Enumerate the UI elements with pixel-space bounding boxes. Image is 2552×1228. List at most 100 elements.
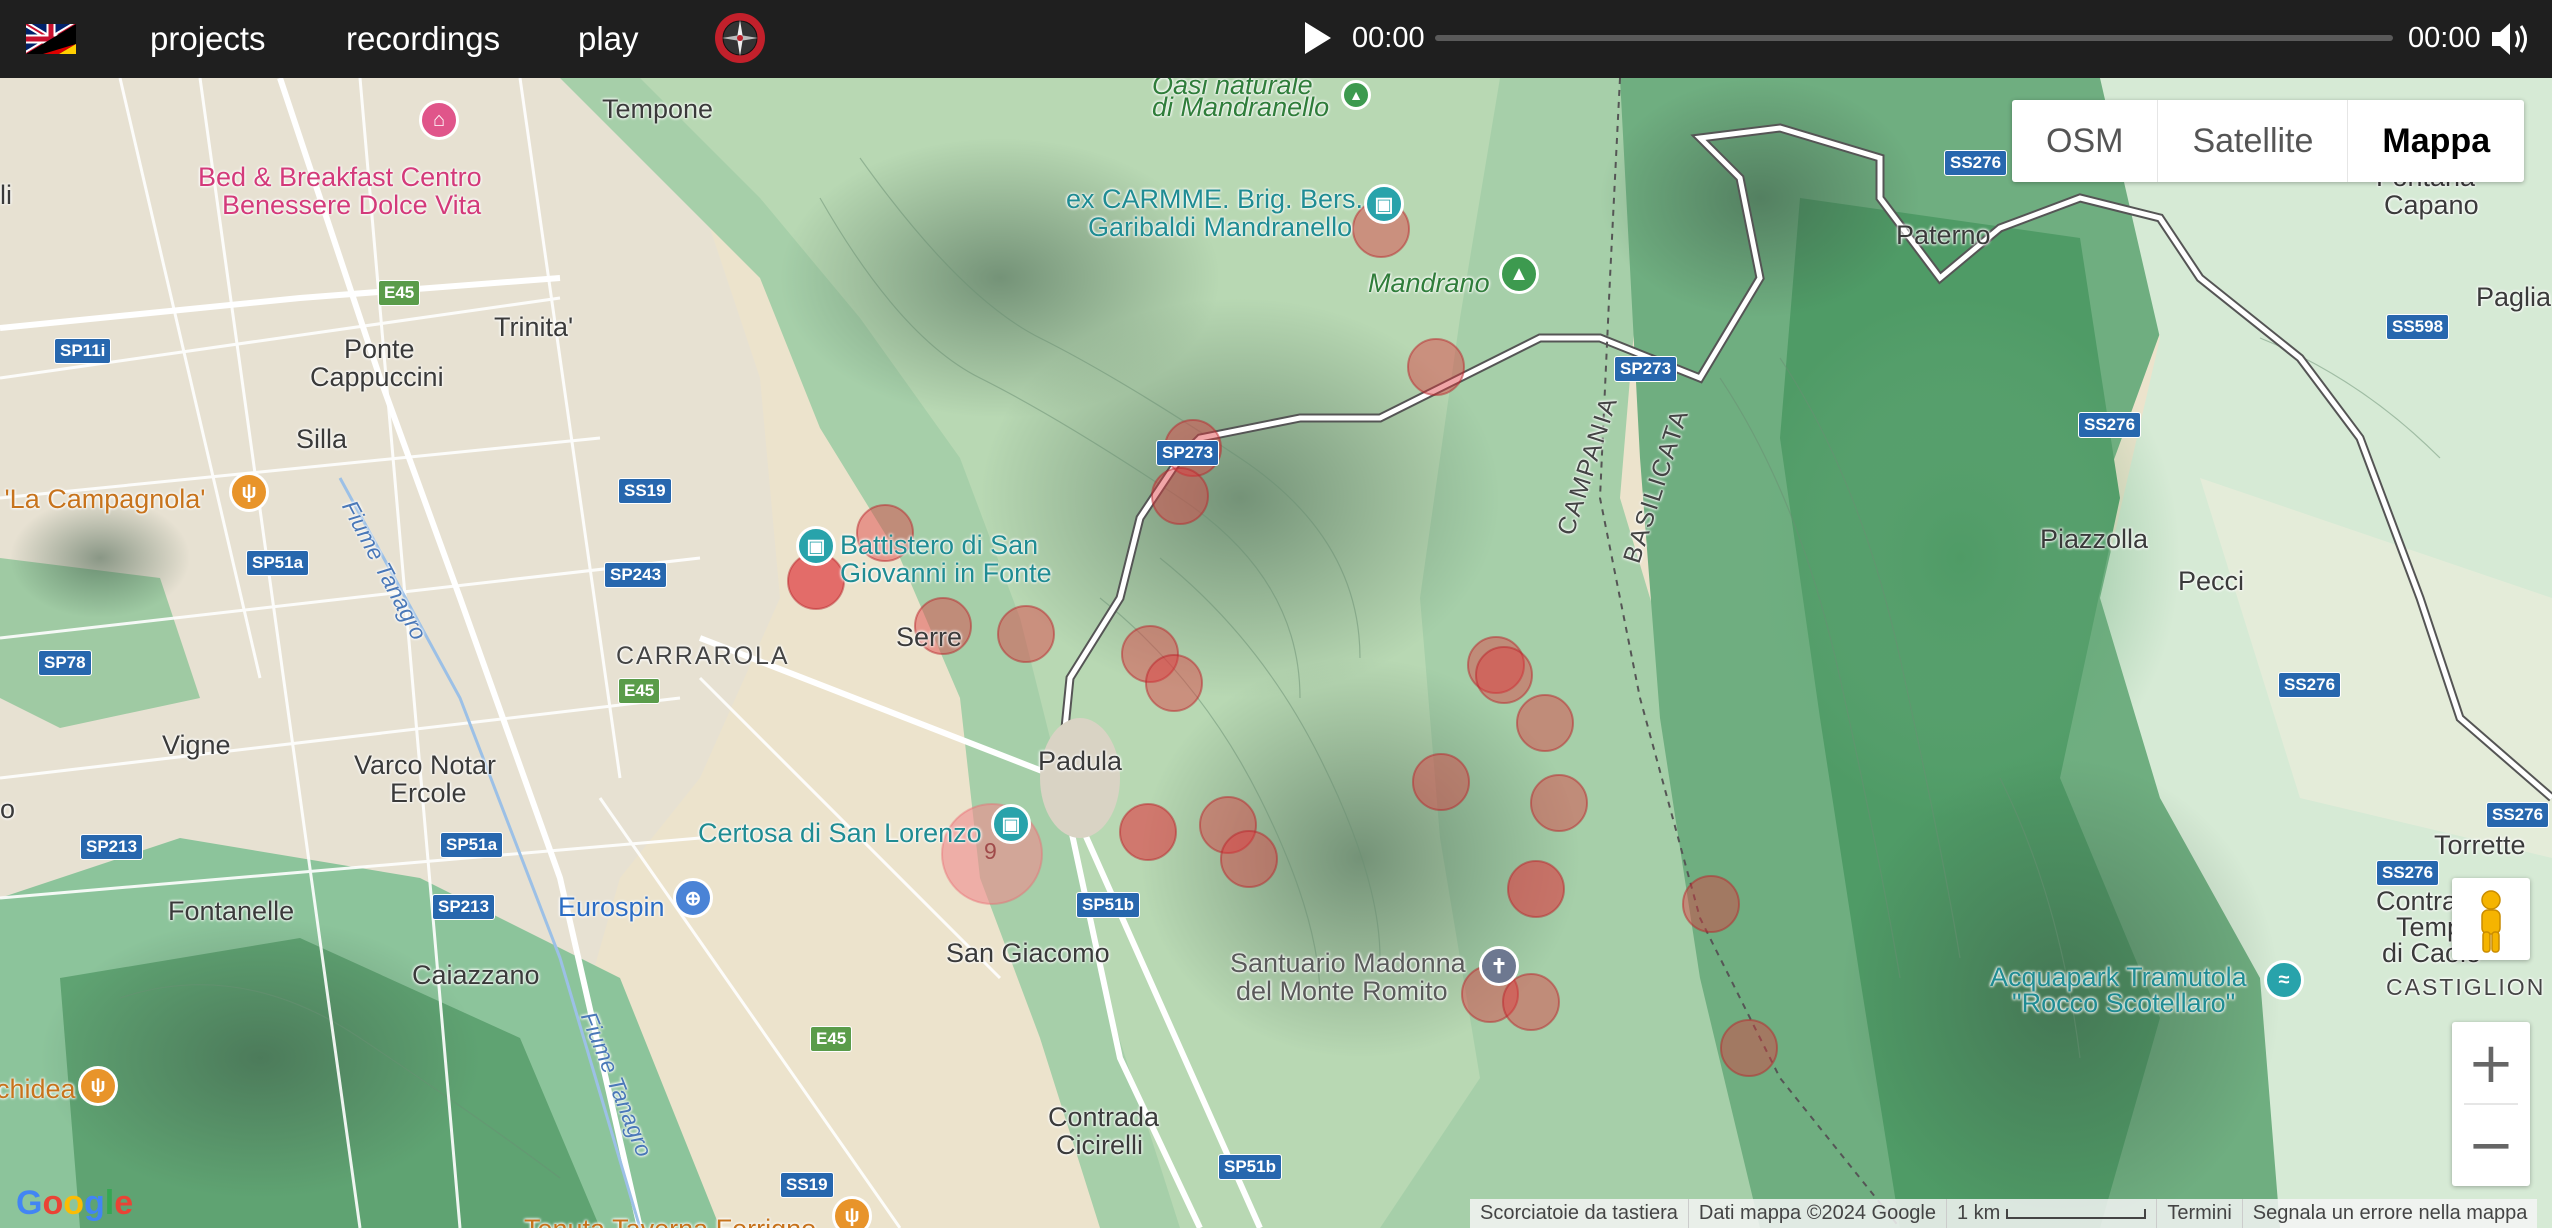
poi-label[interactable]: del Monte Romito bbox=[1236, 976, 1448, 1007]
recording-marker bbox=[1151, 467, 1209, 525]
recording-marker bbox=[1412, 753, 1470, 811]
restaurant-icon[interactable]: ψ bbox=[229, 472, 269, 512]
nav-recordings[interactable]: recordings bbox=[346, 20, 500, 58]
cluster-count[interactable]: 9 bbox=[984, 838, 997, 865]
poi-label[interactable]: Bed & Breakfast Centro bbox=[198, 162, 482, 193]
road-shield: SS276 bbox=[2486, 802, 2550, 828]
recording-marker bbox=[1530, 774, 1588, 832]
road-shield: SS276 bbox=[2278, 672, 2342, 698]
restaurant-icon[interactable]: ψ bbox=[832, 1196, 872, 1228]
zoom-in-button[interactable]: + bbox=[2452, 1022, 2530, 1104]
poi-label[interactable]: Battistero di San bbox=[840, 530, 1038, 561]
maptype-osm-button[interactable]: OSM bbox=[2012, 100, 2159, 182]
road-shield: E45 bbox=[618, 678, 661, 704]
road-shield: SP51b bbox=[1218, 1154, 1282, 1180]
tree-icon[interactable]: ▲ bbox=[1499, 254, 1539, 294]
recording-marker bbox=[997, 605, 1055, 663]
place-label: San Giacomo bbox=[946, 938, 1110, 968]
road-shield: SP51a bbox=[440, 832, 504, 858]
place-label: Serre bbox=[896, 622, 963, 652]
place-label: Silla bbox=[296, 424, 348, 454]
recording-marker bbox=[1475, 646, 1533, 704]
place-label: li bbox=[0, 180, 12, 210]
poi-label[interactable]: Santuario Madonna bbox=[1230, 948, 1466, 979]
map-data-attribution: Dati mappa ©2024 Google bbox=[1687, 1199, 1946, 1228]
road-shield: SP51b bbox=[1076, 892, 1140, 918]
map-canvas[interactable]: 9 ⌂ ▣ ▲ ▲ ψ ▣ ▣ ⊕ ✝ ≈ ψ ψ Tempone Bed & … bbox=[0, 78, 2552, 1228]
terms-link[interactable]: Termini bbox=[2156, 1199, 2241, 1228]
uk-germany-flag-icon[interactable] bbox=[26, 24, 76, 54]
recording-marker bbox=[1502, 973, 1560, 1031]
recording-marker bbox=[1220, 830, 1278, 888]
scale-bar bbox=[2006, 1208, 2147, 1219]
bed-icon[interactable]: ⌂ bbox=[419, 100, 459, 140]
keyboard-shortcuts-link[interactable]: Scorciatoie da tastiera bbox=[1470, 1199, 1688, 1228]
compass-icon[interactable] bbox=[714, 12, 766, 64]
road-shield: SP213 bbox=[80, 834, 144, 860]
volume-icon[interactable] bbox=[2490, 20, 2532, 58]
play-icon[interactable] bbox=[1301, 20, 1333, 56]
google-logo[interactable]: Google bbox=[16, 1184, 133, 1223]
place-label: Padula bbox=[1038, 746, 1123, 776]
museum-icon[interactable]: ▣ bbox=[1364, 184, 1404, 224]
place-label: Fontanelle bbox=[168, 896, 295, 926]
waterpark-icon[interactable]: ≈ bbox=[2264, 960, 2304, 1000]
poi-label[interactable]: Eurospin bbox=[558, 892, 665, 923]
scale-control[interactable]: 1 km bbox=[1946, 1199, 2156, 1228]
shopping-cart-icon[interactable]: ⊕ bbox=[673, 878, 713, 918]
place-label: Ercole bbox=[390, 778, 467, 808]
place-label: Varco Notar bbox=[354, 750, 497, 780]
top-bar: projects recordings play 00:00 00:00 bbox=[0, 0, 2552, 78]
place-label: Capano bbox=[2384, 190, 2479, 220]
poi-label[interactable]: Giovanni in Fonte bbox=[840, 558, 1052, 589]
poi-label[interactable]: chidea bbox=[0, 1074, 76, 1105]
place-label: Paterno bbox=[1896, 220, 1991, 250]
road-shield: SS276 bbox=[2376, 860, 2440, 886]
road-shield: SS19 bbox=[780, 1172, 834, 1198]
poi-label[interactable]: Certosa di San Lorenzo bbox=[698, 818, 982, 849]
total-time: 00:00 bbox=[2408, 22, 2481, 54]
tree-icon[interactable]: ▲ bbox=[1341, 80, 1371, 110]
poi-label[interactable]: ex CARMME. Brig. Bers. bbox=[1066, 184, 1363, 215]
road-shield: SS598 bbox=[2386, 314, 2450, 340]
road-shield: SS19 bbox=[618, 478, 672, 504]
nav-projects[interactable]: projects bbox=[150, 20, 266, 58]
terrain-layer bbox=[0, 78, 2552, 1228]
place-label: Tempone bbox=[602, 94, 714, 124]
seek-bar[interactable] bbox=[1435, 35, 2393, 41]
scale-label: 1 km bbox=[1957, 1202, 2001, 1224]
road-shield: SP273 bbox=[1156, 440, 1220, 466]
maptype-map-button[interactable]: Mappa bbox=[2348, 100, 2524, 182]
museum-icon[interactable]: ▣ bbox=[991, 804, 1031, 844]
road-shield: SS276 bbox=[1944, 150, 2008, 176]
place-label: Pecci bbox=[2178, 566, 2245, 596]
pegman-icon bbox=[2481, 890, 2501, 953]
poi-label[interactable]: a 'La Campagnola' bbox=[0, 484, 205, 515]
church-icon[interactable]: ✝ bbox=[1479, 946, 1519, 986]
poi-label[interactable]: Benessere Dolce Vita bbox=[222, 190, 481, 221]
map-type-control: OSM Satellite Mappa bbox=[2012, 100, 2525, 182]
museum-icon[interactable]: ▣ bbox=[796, 526, 836, 566]
zoom-out-button[interactable]: − bbox=[2452, 1104, 2530, 1186]
poi-label[interactable]: di Mandranello bbox=[1152, 92, 1329, 123]
recording-marker bbox=[1516, 694, 1574, 752]
maptype-satellite-button[interactable]: Satellite bbox=[2158, 100, 2349, 182]
restaurant-icon[interactable]: ψ bbox=[78, 1066, 118, 1106]
poi-label[interactable]: Garibaldi Mandranello bbox=[1088, 212, 1352, 243]
current-time: 00:00 bbox=[1352, 22, 1425, 54]
road-shield: SS276 bbox=[2078, 412, 2142, 438]
street-view-pegman[interactable] bbox=[2452, 878, 2530, 960]
recording-marker bbox=[1507, 860, 1565, 918]
recording-marker bbox=[1720, 1019, 1778, 1077]
nav-play[interactable]: play bbox=[578, 20, 639, 58]
road-shield: SP51a bbox=[246, 550, 310, 576]
recording-marker bbox=[1145, 654, 1203, 712]
place-label: Vigne bbox=[162, 730, 231, 760]
poi-label[interactable]: Tenuta Taverna Ferrigno bbox=[524, 1214, 816, 1228]
zoom-control: + − bbox=[2452, 1022, 2530, 1186]
poi-label[interactable]: Mandrano bbox=[1368, 268, 1490, 299]
place-label: Caiazzano bbox=[412, 960, 540, 990]
report-error-link[interactable]: Segnala un errore nella mappa bbox=[2241, 1199, 2538, 1228]
place-label: o bbox=[0, 794, 16, 824]
poi-label[interactable]: "Rocco Scotellaro" bbox=[2012, 988, 2235, 1019]
